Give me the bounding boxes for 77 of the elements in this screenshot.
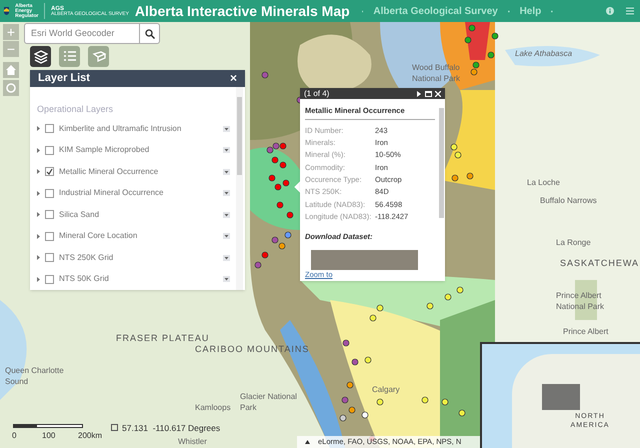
layer-checkbox[interactable] [45, 232, 54, 241]
locate-icon [6, 83, 16, 93]
expand-arrow-icon[interactable] [37, 255, 40, 260]
map-label: Prince Albert National Park [556, 290, 606, 312]
layer-name[interactable]: Silica Sand [59, 208, 100, 221]
layer-name[interactable]: NTS 250K Grid [59, 252, 114, 264]
layer-checkbox[interactable] [45, 210, 54, 220]
coordinate-icon [111, 424, 118, 431]
scale-label: 0 [12, 430, 16, 442]
expand-arrow-icon[interactable] [37, 148, 40, 153]
app-title: Alberta Interactive Minerals Map [134, 2, 350, 21]
map-label: Lake Athabasca [515, 48, 572, 59]
info-icon[interactable] [606, 4, 614, 18]
layer-checkbox[interactable] [45, 167, 54, 176]
next-icon[interactable] [416, 90, 422, 96]
dropdown-arrow-icon[interactable] [223, 126, 230, 132]
dropdown-arrow-icon[interactable] [223, 212, 230, 218]
map-label: Calgary [372, 384, 400, 395]
caret-icon[interactable] [305, 440, 310, 444]
map-label: Queen Charlotte Sound [5, 365, 65, 387]
dropdown-arrow-icon[interactable] [223, 254, 230, 261]
close-button[interactable]: × [230, 72, 237, 84]
layer-checkbox[interactable] [45, 274, 54, 284]
maximize-icon[interactable] [425, 90, 432, 96]
search-input[interactable]: Esri World Geocoder [25, 26, 139, 40]
popup-pager: (1 of 4) [304, 88, 330, 100]
map-label: Prince Albert [563, 326, 608, 337]
home-icon [6, 65, 16, 75]
search-field[interactable]: Esri World Geocoder [24, 23, 160, 44]
layer-name[interactable]: Kimberlite and Ultramafic Intrusion [59, 122, 182, 135]
bullet-icon [508, 10, 510, 12]
dropdown-arrow-icon[interactable] [223, 276, 230, 282]
layer-checkbox[interactable] [45, 124, 54, 134]
expand-arrow-icon[interactable] [37, 212, 40, 218]
expand-arrow-icon[interactable] [37, 234, 40, 239]
map-label: La Loche [527, 177, 560, 188]
map-label: FRASER PLATEAU [116, 333, 210, 344]
map-label: La Ronge [556, 237, 591, 248]
layer-checkbox[interactable] [45, 253, 54, 262]
book-icon [92, 49, 106, 64]
map-label: SASKATCHEWA [560, 258, 640, 269]
map-label: Whistler [178, 436, 207, 447]
map-label: Glacier National Park [240, 391, 298, 413]
dropdown-arrow-icon[interactable] [223, 147, 230, 154]
layer-checkbox[interactable] [45, 146, 54, 155]
dropdown-arrow-icon[interactable] [223, 168, 230, 175]
close-icon[interactable] [435, 90, 441, 96]
layer-name[interactable]: Mineral Core Location [59, 230, 138, 242]
toolbar-button[interactable] [30, 46, 51, 67]
scale-bar [13, 424, 83, 428]
panel-title: Layer List [38, 71, 90, 86]
dropdown-arrow-icon[interactable] [223, 190, 230, 196]
photo-placeholder[interactable] [311, 250, 418, 270]
scrollbar[interactable] [236, 86, 243, 290]
layer-checkbox[interactable] [45, 188, 54, 198]
expand-arrow-icon[interactable] [37, 190, 40, 196]
layers-icon [34, 49, 48, 64]
map-label: Buffalo Narrows [540, 195, 597, 206]
scale-label: 200km [78, 430, 102, 442]
layer-name[interactable]: Metallic Mineral Occurrence [59, 166, 158, 178]
shield-logo-icon [4, 4, 10, 18]
dropdown-arrow-icon[interactable] [223, 233, 230, 240]
expand-arrow-icon[interactable] [37, 276, 40, 282]
nav-link[interactable]: Alberta Geological Survey [373, 4, 498, 18]
layer-name[interactable]: Industrial Mineral Occurrence [59, 187, 164, 200]
map-label: Kamloops [195, 402, 231, 413]
coordinates-text: 57.131 -110.617 Degrees [122, 422, 220, 435]
section-heading: Operational Layers [37, 102, 114, 116]
layer-name[interactable]: NTS 50K Grid [59, 273, 109, 286]
extent-box [542, 384, 580, 410]
search-icon [144, 28, 154, 38]
list-icon [62, 49, 76, 64]
nav-link[interactable]: Help [520, 4, 542, 18]
expand-arrow-icon[interactable] [37, 126, 40, 132]
scale-label: 100 [42, 430, 56, 442]
layer-name[interactable]: KIM Sample Microprobed [59, 144, 150, 156]
expand-arrow-icon[interactable] [37, 169, 40, 174]
